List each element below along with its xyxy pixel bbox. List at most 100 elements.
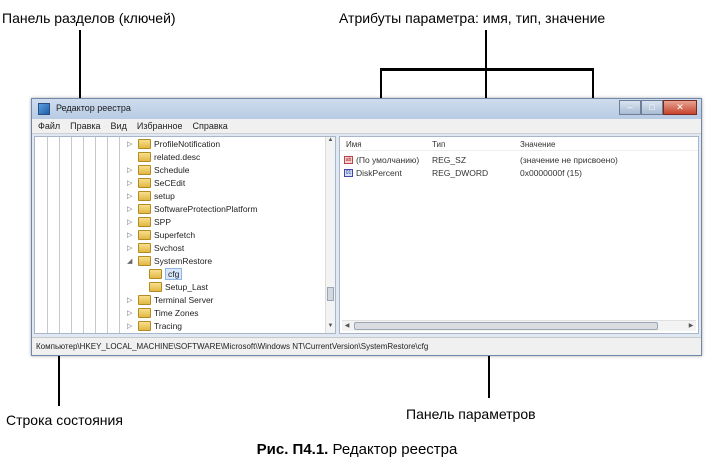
figure-caption: Рис. П4.1. Редактор реестра [0,441,714,458]
tree-item-label: Schedule [154,165,190,175]
expand-arrow-icon[interactable]: ▷ [127,322,135,332]
expand-arrow-icon[interactable]: ▷ [127,244,135,254]
tree-item[interactable]: ▷ SPP [35,216,325,229]
title-bar[interactable]: Редактор реестра – □ ✕ [32,99,701,119]
folder-icon [138,152,151,162]
tree-item-selected[interactable]: cfg [35,268,325,281]
value-data: (значение не присвоено) [520,155,618,165]
keys-tree-pane[interactable]: ▷ ProfileNotification related.desc ▷ Sch… [34,136,336,334]
folder-icon [138,295,151,305]
menu-view[interactable]: Вид [111,121,127,131]
folder-open-icon [138,256,151,266]
expand-arrow-icon[interactable]: ▷ [127,218,135,228]
values-pane-callout: Панель параметров [406,406,536,422]
tree-item[interactable]: ▷ Svchost [35,242,325,255]
menu-edit[interactable]: Правка [70,121,100,131]
tree-item[interactable]: ▷ SoftwareProtectionPlatform [35,203,325,216]
tree-item[interactable]: related.desc [35,151,325,164]
tree-item[interactable]: ◢ SystemRestore [35,255,325,268]
tree-item-label: setup [154,191,175,201]
status-bar: Компьютер\HKEY_LOCAL_MACHINE\SOFTWARE\Mi… [32,337,701,355]
expand-arrow-icon[interactable]: ▷ [127,179,135,189]
maximize-button[interactable]: □ [641,100,663,115]
tree-item-label: SPP [154,217,172,227]
folder-icon [138,165,151,175]
tree-item[interactable]: ▷ Superfetch [35,229,325,242]
collapse-arrow-icon[interactable]: ◢ [127,257,135,267]
window-controls: – □ ✕ [619,100,697,115]
close-button[interactable]: ✕ [663,100,697,115]
expand-arrow-icon[interactable]: ▷ [127,296,135,306]
values-header: Имя Тип Значение [340,137,698,151]
tree-item-label: Svchost [154,243,185,253]
tree-item[interactable]: Setup_Last [35,281,325,294]
scroll-down-arrow-icon[interactable]: ▼ [326,323,335,333]
tree-item-label: related.desc [154,152,201,162]
folder-icon [138,191,151,201]
menu-favorites[interactable]: Избранное [137,121,183,131]
attributes-leader-bar [380,68,594,71]
tree-item[interactable]: ▷ setup [35,190,325,203]
dword-value-icon: 01 [344,169,353,177]
expand-arrow-icon[interactable]: ▷ [127,166,135,176]
scroll-thumb[interactable] [354,322,658,330]
expand-arrow-icon[interactable] [127,153,135,163]
tree-item-label: SoftwareProtectionPlatform [154,204,258,214]
scroll-thumb[interactable] [327,287,334,301]
folder-icon [149,269,162,279]
folder-icon [138,204,151,214]
value-name: (По умолчанию) [356,155,420,165]
keys-pane-callout: Панель разделов (ключей) [2,10,176,26]
value-row[interactable]: ab (По умолчанию) REG_SZ (значение не пр… [340,154,698,166]
folder-icon [138,217,151,227]
menu-bar: Файл Правка Вид Избранное Справка [32,119,701,134]
scroll-up-arrow-icon[interactable]: ▲ [326,137,335,147]
tree-item[interactable]: ▷ Tracing [35,320,325,333]
expand-arrow-icon[interactable]: ▷ [127,140,135,150]
window-title: Редактор реестра [56,103,131,113]
folder-icon [138,243,151,253]
figure-caption-label: Рис. П4.1. [256,441,329,458]
column-header-name[interactable]: Имя [346,140,362,149]
expand-arrow-icon[interactable]: ▷ [127,309,135,319]
column-header-data[interactable]: Значение [520,140,555,149]
string-value-icon: ab [344,156,353,164]
expand-arrow-icon[interactable]: ▷ [127,205,135,215]
value-row[interactable]: 01 DiskPercent REG_DWORD 0x0000000f (15) [340,167,698,179]
values-horizontal-scrollbar[interactable]: ◀ ▶ [342,320,696,331]
tree-item-label: Setup_Last [165,282,209,292]
value-data: 0x0000000f (15) [520,168,582,178]
tree-item-label: Superfetch [154,230,196,240]
value-name: DiskPercent [356,168,402,178]
tree-item-label: SystemRestore [154,256,213,266]
scroll-left-arrow-icon[interactable]: ◀ [342,321,352,331]
attributes-callout: Атрибуты параметра: имя, тип, значение [339,10,606,26]
column-header-type[interactable]: Тип [432,140,445,149]
tree-vertical-scrollbar[interactable]: ▲ ▼ [325,137,335,333]
folder-icon [138,308,151,318]
expand-arrow-icon[interactable]: ▷ [127,192,135,202]
regedit-app-icon [38,103,50,115]
attributes-leader-stem [485,30,487,70]
folder-icon [138,139,151,149]
folder-icon [138,230,151,240]
values-pane[interactable]: Имя Тип Значение ab (По умолчанию) REG_S… [339,136,699,334]
folder-icon [138,178,151,188]
menu-help[interactable]: Справка [192,121,227,131]
figure-caption-text: Редактор реестра [328,441,458,458]
folder-icon [138,321,151,331]
tree-item-label: SeCEdit [154,178,186,188]
tree-item[interactable]: ▷ Terminal Server [35,294,325,307]
tree-item-label: Tracing [154,321,183,331]
value-type: REG_DWORD [432,168,489,178]
minimize-button[interactable]: – [619,100,641,115]
expand-arrow-icon[interactable]: ▷ [127,231,135,241]
tree-item[interactable]: ▷ Time Zones [35,307,325,320]
tree-item[interactable]: ▷ SeCEdit [35,177,325,190]
registry-editor-window: Редактор реестра – □ ✕ Файл Правка Вид И… [31,98,702,356]
scroll-right-arrow-icon[interactable]: ▶ [686,321,696,331]
menu-file[interactable]: Файл [38,121,60,131]
tree-item[interactable]: ▷ ProfileNotification [35,138,325,151]
folder-icon [149,282,162,292]
tree-item[interactable]: ▷ Schedule [35,164,325,177]
